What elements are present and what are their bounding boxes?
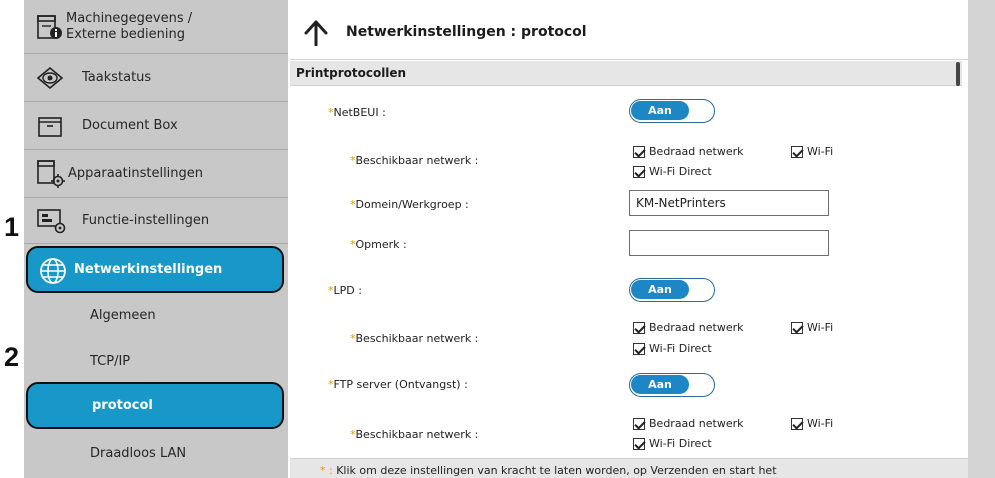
- page-title: Netwerkinstellingen : protocol: [346, 24, 587, 40]
- checkbox-label: Wi-Fi Direct: [649, 437, 712, 450]
- checkbox-checked-icon: [633, 321, 645, 334]
- netbeui-network-label-text: Beschikbaar netwerk :: [355, 154, 479, 167]
- sidebar-item-label: Document Box: [82, 118, 178, 133]
- sidebar-item-label: Machinegegevens /: [66, 11, 193, 26]
- required-asterisk: * :: [320, 464, 333, 477]
- netbeui-wifi-checkbox[interactable]: Wi-Fi: [791, 145, 833, 158]
- eye-icon: [36, 66, 64, 90]
- netbeui-label-text: NetBEUI :: [333, 106, 386, 119]
- step-number-2: 2: [4, 342, 20, 372]
- footer-note-body: Klik om deze instellingen van kracht te …: [336, 464, 777, 477]
- device-settings-icon: [37, 160, 65, 188]
- step-number-1: 1: [4, 212, 20, 242]
- sidebar-item-network-settings[interactable]: Netwerkinstellingen: [26, 246, 284, 293]
- sidebar-item-function-settings[interactable]: Functie-instellingen: [24, 198, 288, 244]
- sidebar-subitem-protocol[interactable]: protocol: [26, 382, 284, 429]
- section-header: Printprotocollen: [290, 61, 962, 86]
- ftp-toggle[interactable]: Aan: [629, 373, 715, 397]
- scrollbar-thumb[interactable]: [956, 62, 960, 86]
- domain-label-text: Domein/Werkgroep :: [355, 198, 469, 211]
- footer-note-text: * : Klik om deze instellingen van kracht…: [320, 464, 777, 477]
- ftp-wifi-direct-checkbox[interactable]: Wi-Fi Direct: [633, 437, 712, 450]
- checkbox-label: Wi-Fi: [807, 145, 834, 158]
- function-settings-icon: [37, 209, 66, 234]
- device-info-icon: [37, 15, 62, 39]
- domain-input[interactable]: KM-NetPrinters: [629, 190, 829, 216]
- comment-label-text: Opmerk :: [355, 238, 407, 251]
- ftp-label-text: FTP server (Ontvangst) :: [333, 378, 468, 391]
- lpd-network-label-text: Beschikbaar netwerk :: [355, 332, 479, 345]
- lpd-wifi-direct-checkbox[interactable]: Wi-Fi Direct: [633, 342, 712, 355]
- checkbox-checked-icon: [633, 437, 645, 450]
- ftp-network-label-text: Beschikbaar netwerk :: [355, 428, 479, 441]
- lpd-wired-checkbox[interactable]: Bedraad netwerk: [633, 321, 744, 334]
- sidebar-item-document-box[interactable]: Document Box: [24, 102, 288, 150]
- folder-icon: [38, 117, 62, 137]
- ftp-wifi-checkbox[interactable]: Wi-Fi: [791, 417, 833, 430]
- netbeui-network-label: *Beschikbaar netwerk :: [350, 154, 478, 167]
- sidebar: Machinegegevens / Externe bediening Taak…: [24, 0, 288, 478]
- netbeui-wifi-direct-checkbox[interactable]: Wi-Fi Direct: [633, 165, 712, 178]
- back-arrow-icon[interactable]: [304, 20, 328, 46]
- ftp-wired-checkbox[interactable]: Bedraad netwerk: [633, 417, 744, 430]
- sidebar-subitem-label: Draadloos LAN: [90, 445, 187, 461]
- page-header: Netwerkinstellingen : protocol: [290, 0, 968, 60]
- checkbox-label: Bedraad netwerk: [649, 321, 744, 334]
- ftp-network-label: *Beschikbaar netwerk :: [350, 428, 478, 441]
- checkbox-label: Wi-Fi: [807, 417, 834, 430]
- sidebar-subitem-label: TCP/IP: [90, 353, 131, 369]
- lpd-toggle[interactable]: Aan: [629, 278, 715, 302]
- lpd-network-label: *Beschikbaar netwerk :: [350, 332, 478, 345]
- globe-icon: [40, 258, 66, 284]
- footer-note: * : Klik om deze instellingen van kracht…: [290, 458, 968, 478]
- sidebar-subitem-label: protocol: [92, 398, 153, 413]
- comment-label: *Opmerk :: [350, 238, 407, 251]
- sidebar-item-label: Taakstatus: [82, 70, 152, 85]
- section-title: Printprotocollen: [296, 66, 407, 80]
- sidebar-item-job-status[interactable]: Taakstatus: [24, 54, 288, 102]
- sidebar-item-label-line2: Externe bediening: [66, 27, 185, 42]
- lpd-wifi-checkbox[interactable]: Wi-Fi: [791, 321, 833, 334]
- checkbox-checked-icon: [791, 417, 803, 430]
- domain-label: *Domein/Werkgroep :: [350, 198, 469, 211]
- checkbox-label: Wi-Fi Direct: [649, 165, 712, 178]
- sidebar-item-label: Apparaatinstellingen: [68, 166, 204, 181]
- sidebar-subitem-label: Algemeen: [90, 307, 156, 323]
- checkbox-checked-icon: [791, 145, 803, 158]
- sidebar-subitem-wireless-lan[interactable]: Draadloos LAN: [24, 432, 288, 474]
- sidebar-item-label: Netwerkinstellingen: [74, 262, 223, 277]
- lpd-label: *LPD :: [328, 284, 362, 297]
- toggle-on-label: Aan: [631, 101, 689, 120]
- comment-input[interactable]: [629, 230, 829, 256]
- main-panel: Netwerkinstellingen : protocol Printprot…: [290, 0, 968, 478]
- toggle-on-label: Aan: [631, 375, 689, 394]
- netbeui-label: *NetBEUI :: [328, 106, 386, 119]
- right-gutter: [968, 0, 995, 478]
- checkbox-checked-icon: [633, 165, 645, 178]
- checkbox-label: Wi-Fi Direct: [649, 342, 712, 355]
- sidebar-item-device-info[interactable]: Machinegegevens / Externe bediening: [24, 0, 288, 54]
- sidebar-subitem-tcpip[interactable]: TCP/IP: [24, 340, 288, 382]
- checkbox-checked-icon: [633, 417, 645, 430]
- checkbox-label: Wi-Fi: [807, 321, 834, 334]
- ftp-label: *FTP server (Ontvangst) :: [328, 378, 468, 391]
- checkbox-checked-icon: [633, 342, 645, 355]
- checkbox-label: Bedraad netwerk: [649, 417, 744, 430]
- sidebar-subitem-general[interactable]: Algemeen: [24, 294, 288, 336]
- checkbox-label: Bedraad netwerk: [649, 145, 744, 158]
- sidebar-item-device-settings[interactable]: Apparaatinstellingen: [24, 150, 288, 198]
- sidebar-item-label: Functie-instellingen: [82, 213, 210, 228]
- toggle-on-label: Aan: [631, 280, 689, 299]
- lpd-label-text: LPD :: [333, 284, 362, 297]
- netbeui-toggle[interactable]: Aan: [629, 99, 715, 123]
- checkbox-checked-icon: [791, 321, 803, 334]
- netbeui-wired-checkbox[interactable]: Bedraad netwerk: [633, 145, 744, 158]
- checkbox-checked-icon: [633, 145, 645, 158]
